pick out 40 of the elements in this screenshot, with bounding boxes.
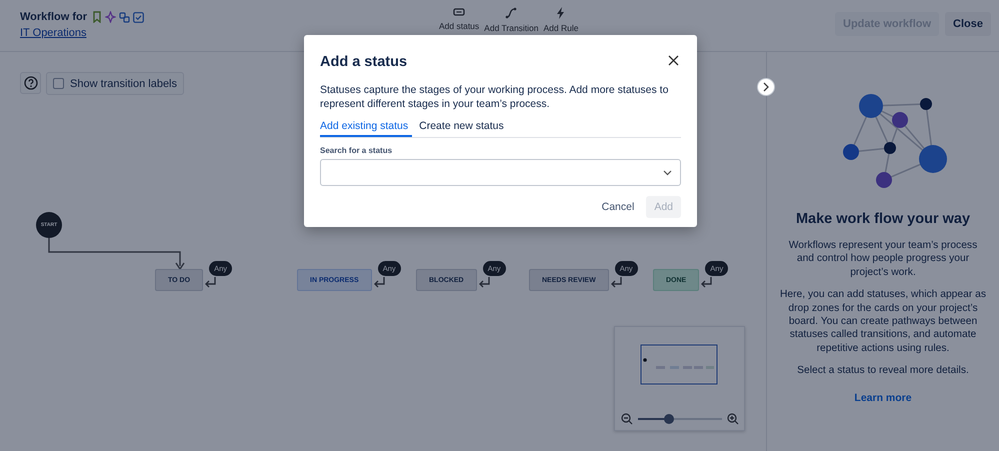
expand-button[interactable] <box>757 78 775 96</box>
field-label: Search for a status <box>320 146 394 156</box>
project-link[interactable]: IT Operations <box>20 27 86 39</box>
return-arrow-icon <box>700 277 714 289</box>
workflow-title: Workflow for <box>20 11 88 23</box>
dialog-tab[interactable]: Add existing status <box>320 117 412 138</box>
transition-labels-toggle[interactable]: Show transition labels <box>46 72 184 95</box>
panel-paragraph: Here, you can add statuses, which appear as drop zones for the cards on your project’s board. You can create pathways between statuses called transitions, and automate repetitive actions using rules. <box>779 288 987 355</box>
sparkle-icon <box>105 11 116 23</box>
dialog-title: Add a status <box>320 54 408 70</box>
toolbar-button[interactable]: Add status <box>438 7 480 33</box>
checkbox-icon <box>133 12 144 22</box>
zoom-out-icon[interactable] <box>620 413 632 425</box>
slider-handle[interactable] <box>664 414 674 424</box>
dialog-description: Statuses capture the stages of your working process. Add more statuses to represent different stages in your team’s process. <box>320 84 670 112</box>
subtasks-icon <box>119 12 130 22</box>
panel-paragraph: Select a status to reveal more details. <box>797 364 969 378</box>
return-arrow-icon <box>204 277 218 289</box>
return-arrow-icon <box>478 277 492 289</box>
transition-icon <box>505 7 518 19</box>
learn-more-link[interactable]: Learn more <box>854 392 912 404</box>
panel-paragraph: Workflows represent your team’s process and control how people progress your project’s work. <box>788 239 978 280</box>
toolbar-button[interactable]: Add Rule <box>542 7 580 33</box>
dialog-tab[interactable]: Create new status <box>419 117 508 138</box>
help-icon[interactable] <box>20 72 41 94</box>
bookmark-icon <box>92 11 102 23</box>
dialog-button[interactable]: Cancel <box>594 196 642 218</box>
status-icon <box>453 7 466 17</box>
return-arrow-icon <box>372 277 387 289</box>
close-icon[interactable] <box>666 53 681 68</box>
minimap-preview[interactable] <box>640 344 720 386</box>
chevron-right-icon <box>762 82 770 92</box>
chevron-down-icon <box>663 170 672 176</box>
checkbox[interactable] <box>53 78 64 89</box>
header-button[interactable]: Close <box>945 12 991 36</box>
toolbar-button[interactable]: Add Transition <box>483 7 540 33</box>
panel-heading: Make work flow your way <box>796 211 970 227</box>
lightning-icon <box>556 7 566 19</box>
return-arrow-icon <box>610 277 624 289</box>
zoom-in-icon[interactable] <box>726 413 738 425</box>
